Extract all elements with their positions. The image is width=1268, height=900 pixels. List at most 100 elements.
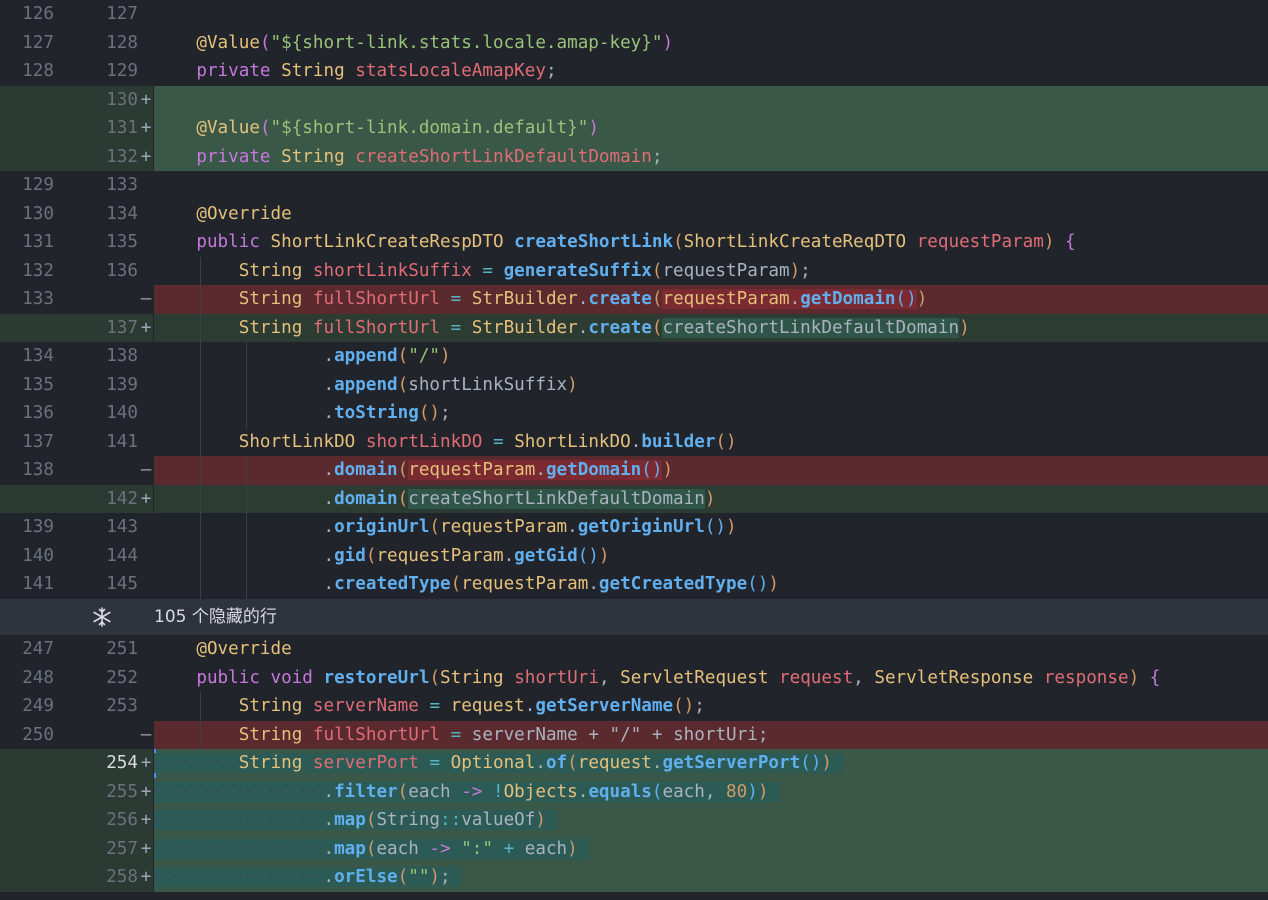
new-line-number: 258 [106, 867, 138, 887]
code-line[interactable]: @Override [154, 635, 1268, 664]
code-line[interactable]: ········String serverPort = Optional.of(… [154, 749, 1268, 778]
code-line[interactable]: String fullShortUrl = serverName + "/" +… [154, 720, 1268, 750]
code-token: ( [397, 460, 409, 480]
code-token: fullShortUrl [312, 317, 441, 338]
code-line[interactable]: ················.map(each -> ":" + each) [154, 834, 1268, 864]
diff-line: 131 + @Value("${short-link.domain.default… [0, 114, 1268, 143]
code-token [492, 838, 504, 859]
code-line[interactable] [154, 171, 1268, 200]
code-line[interactable]: ················.orElse(""); [154, 863, 1268, 892]
code-text: .toString(); [154, 399, 450, 428]
code-token: getDomain [800, 289, 896, 309]
line-gutter: 131 + [0, 114, 153, 143]
code-token: shortLinkSuffix [312, 260, 472, 281]
old-line-number: 134 [22, 346, 54, 366]
code-token: () [673, 696, 695, 716]
code-line[interactable]: private String statsLocaleAmapKey; [154, 57, 1268, 86]
code-line[interactable]: String shortLinkSuffix = generateSuffix(… [154, 256, 1268, 285]
code-token: = [450, 317, 462, 338]
code-token: String [238, 696, 303, 716]
old-line-number: 127 [22, 32, 54, 53]
code-line[interactable]: .createdType(requestParam.getCreatedType… [154, 570, 1268, 599]
code-line[interactable]: String fullShortUrl = StrBuilder.create(… [154, 285, 1268, 314]
line-gutter: 137 + [0, 313, 153, 342]
diff-line: 257 + ················.map(each -> ":" + e… [0, 834, 1268, 864]
code-token [418, 838, 430, 859]
code-line[interactable] [154, 85, 1268, 114]
code-token: String [376, 810, 441, 830]
code-token: requestParam [916, 232, 1044, 252]
code-token: ) [598, 545, 610, 566]
new-line-number: 139 [106, 374, 138, 395]
code-token: request [577, 753, 652, 773]
code-line[interactable]: .append(shortLinkSuffix) [154, 370, 1268, 399]
code-token: @Value [196, 118, 260, 138]
code-token: requestParam [376, 545, 504, 566]
code-token: :: [440, 810, 462, 830]
code-line[interactable]: public void restoreUrl(String shortUri, … [154, 664, 1268, 693]
code-token: . [323, 867, 335, 887]
code-token: ; [694, 696, 705, 716]
line-gutter: 248 252 [0, 663, 153, 692]
code-text: ················.map(each -> ":" + each) [154, 835, 589, 864]
code-token: -> [461, 781, 483, 802]
old-line-number: 249 [22, 696, 54, 716]
code-line[interactable]: private String createShortLinkDefaultDom… [154, 142, 1268, 171]
code-line[interactable]: @Override [154, 200, 1268, 229]
code-token: @Override [196, 203, 292, 224]
code-line[interactable]: @Value("${short-link.domain.default}") [154, 114, 1268, 143]
code-line[interactable]: String serverName = request.getServerNam… [154, 692, 1268, 721]
code-token: private [196, 146, 271, 167]
old-line-number: 139 [22, 517, 54, 537]
code-line[interactable]: .domain(requestParam.getDomain()) [154, 456, 1268, 485]
added-line-icon: + [140, 317, 152, 338]
code-line[interactable] [154, 0, 1268, 29]
code-text: String fullShortUrl = StrBuilder.create(… [154, 285, 927, 314]
new-line-number: 129 [106, 61, 138, 81]
code-token: public [196, 667, 260, 688]
diff-line: 131 135 public ShortLinkCreateRespDTO cre… [0, 228, 1268, 257]
code-token: ) [747, 781, 758, 802]
code-line[interactable]: String fullShortUrl = StrBuilder.create(… [154, 313, 1268, 342]
code-line[interactable]: .originUrl(requestParam.getOriginUrl()) [154, 513, 1268, 542]
code-token [302, 753, 313, 773]
code-token: getGid [514, 545, 578, 566]
code-line[interactable]: .toString(); [154, 399, 1268, 428]
hidden-lines-row[interactable]: 105 个隐藏的行 [0, 599, 1268, 635]
code-text: String fullShortUrl = serverName + "/" +… [154, 721, 769, 750]
code-line[interactable]: .domain(createShortLinkDefaultDomain) [154, 484, 1268, 513]
code-token: getServerPort [662, 753, 801, 773]
new-line-number: 255 [106, 781, 138, 802]
code-token: StrBuilder [471, 317, 578, 338]
code-token: ( [397, 867, 409, 887]
old-line-number: 136 [22, 403, 54, 423]
code-token: append [334, 346, 398, 366]
code-line[interactable]: ················.filter(each -> !Objects… [154, 777, 1268, 806]
code-line[interactable]: ················.map(String::valueOf) [154, 806, 1268, 835]
code-line[interactable]: @Value("${short-link.stats.locale.amap-k… [154, 29, 1268, 58]
line-gutter: 139 143 [0, 513, 153, 542]
added-line-icon: + [140, 781, 152, 802]
code-line[interactable]: .append("/") [154, 342, 1268, 371]
code-line[interactable]: public ShortLinkCreateRespDTO createShor… [154, 228, 1268, 257]
code-text: @Override [154, 200, 292, 229]
line-gutter: 142 + [0, 484, 153, 513]
expand-hidden-lines-icon[interactable] [90, 605, 114, 629]
code-text: .append("/") [154, 342, 450, 371]
code-line[interactable]: .gid(requestParam.getGid()) [154, 541, 1268, 570]
code-token: ( [365, 545, 377, 566]
line-gutter: 135 139 [0, 370, 153, 399]
code-line[interactable]: ShortLinkDO shortLinkDO = ShortLinkDO.bu… [154, 427, 1268, 456]
code-token: . [323, 374, 335, 395]
